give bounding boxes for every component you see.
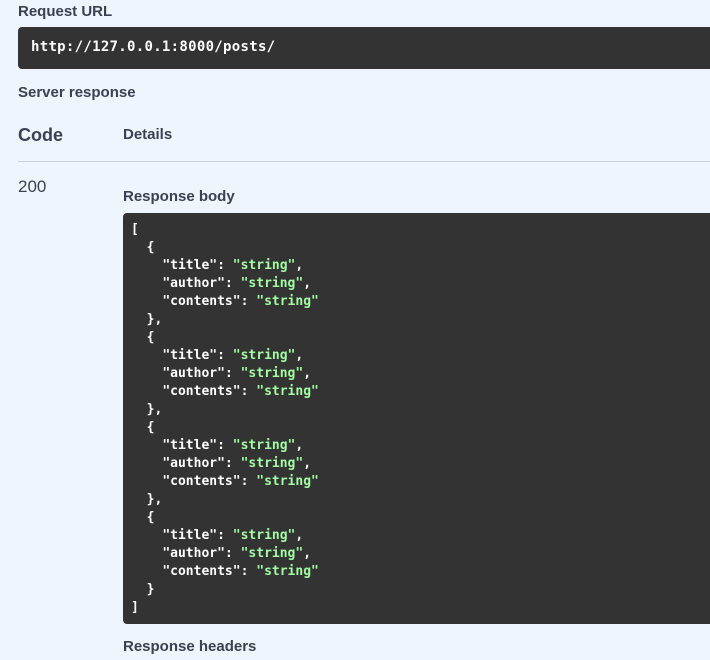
code-column-header: Code <box>18 125 63 145</box>
json-key: "author" <box>162 456 225 471</box>
json-string-value: "string" <box>240 456 304 471</box>
response-headers-label: Response headers <box>123 638 257 655</box>
json-string-value: "string" <box>232 258 296 273</box>
json-string-value: "string" <box>240 276 304 291</box>
request-url-box: http://127.0.0.1:8000/posts/ <box>18 27 710 69</box>
details-column-header: Details <box>123 126 173 143</box>
json-key: "author" <box>162 276 225 291</box>
response-body-label: Response body <box>123 188 235 205</box>
json-key: "contents" <box>162 294 241 309</box>
server-response-label: Server response <box>18 84 136 101</box>
json-string-value: "string" <box>256 564 319 579</box>
json-key: "contents" <box>162 474 241 489</box>
request-url-label: Request URL <box>18 3 113 20</box>
response-status-code: 200 <box>18 177 47 196</box>
response-body-json[interactable]: [ { "title": "string", "author": "string… <box>123 213 710 617</box>
json-string-value: "string" <box>240 546 304 561</box>
json-string-value: "string" <box>240 366 304 381</box>
json-string-value: "string" <box>256 384 319 399</box>
json-string-value: "string" <box>232 528 296 543</box>
json-key: "title" <box>162 438 218 453</box>
request-url-value: http://127.0.0.1:8000/posts/ <box>31 39 276 55</box>
json-key: "title" <box>162 258 218 273</box>
json-key: "title" <box>162 528 218 543</box>
json-string-value: "string" <box>256 474 319 489</box>
response-body-code-block[interactable]: [ { "title": "string", "author": "string… <box>123 213 710 624</box>
table-divider <box>18 161 710 162</box>
json-string-value: "string" <box>232 348 296 363</box>
json-string-value: "string" <box>256 294 319 309</box>
json-key: "title" <box>162 348 218 363</box>
json-key: "author" <box>162 366 225 381</box>
json-string-value: "string" <box>232 438 296 453</box>
json-key: "contents" <box>162 564 241 579</box>
json-key: "contents" <box>162 384 241 399</box>
json-key: "author" <box>162 546 225 561</box>
